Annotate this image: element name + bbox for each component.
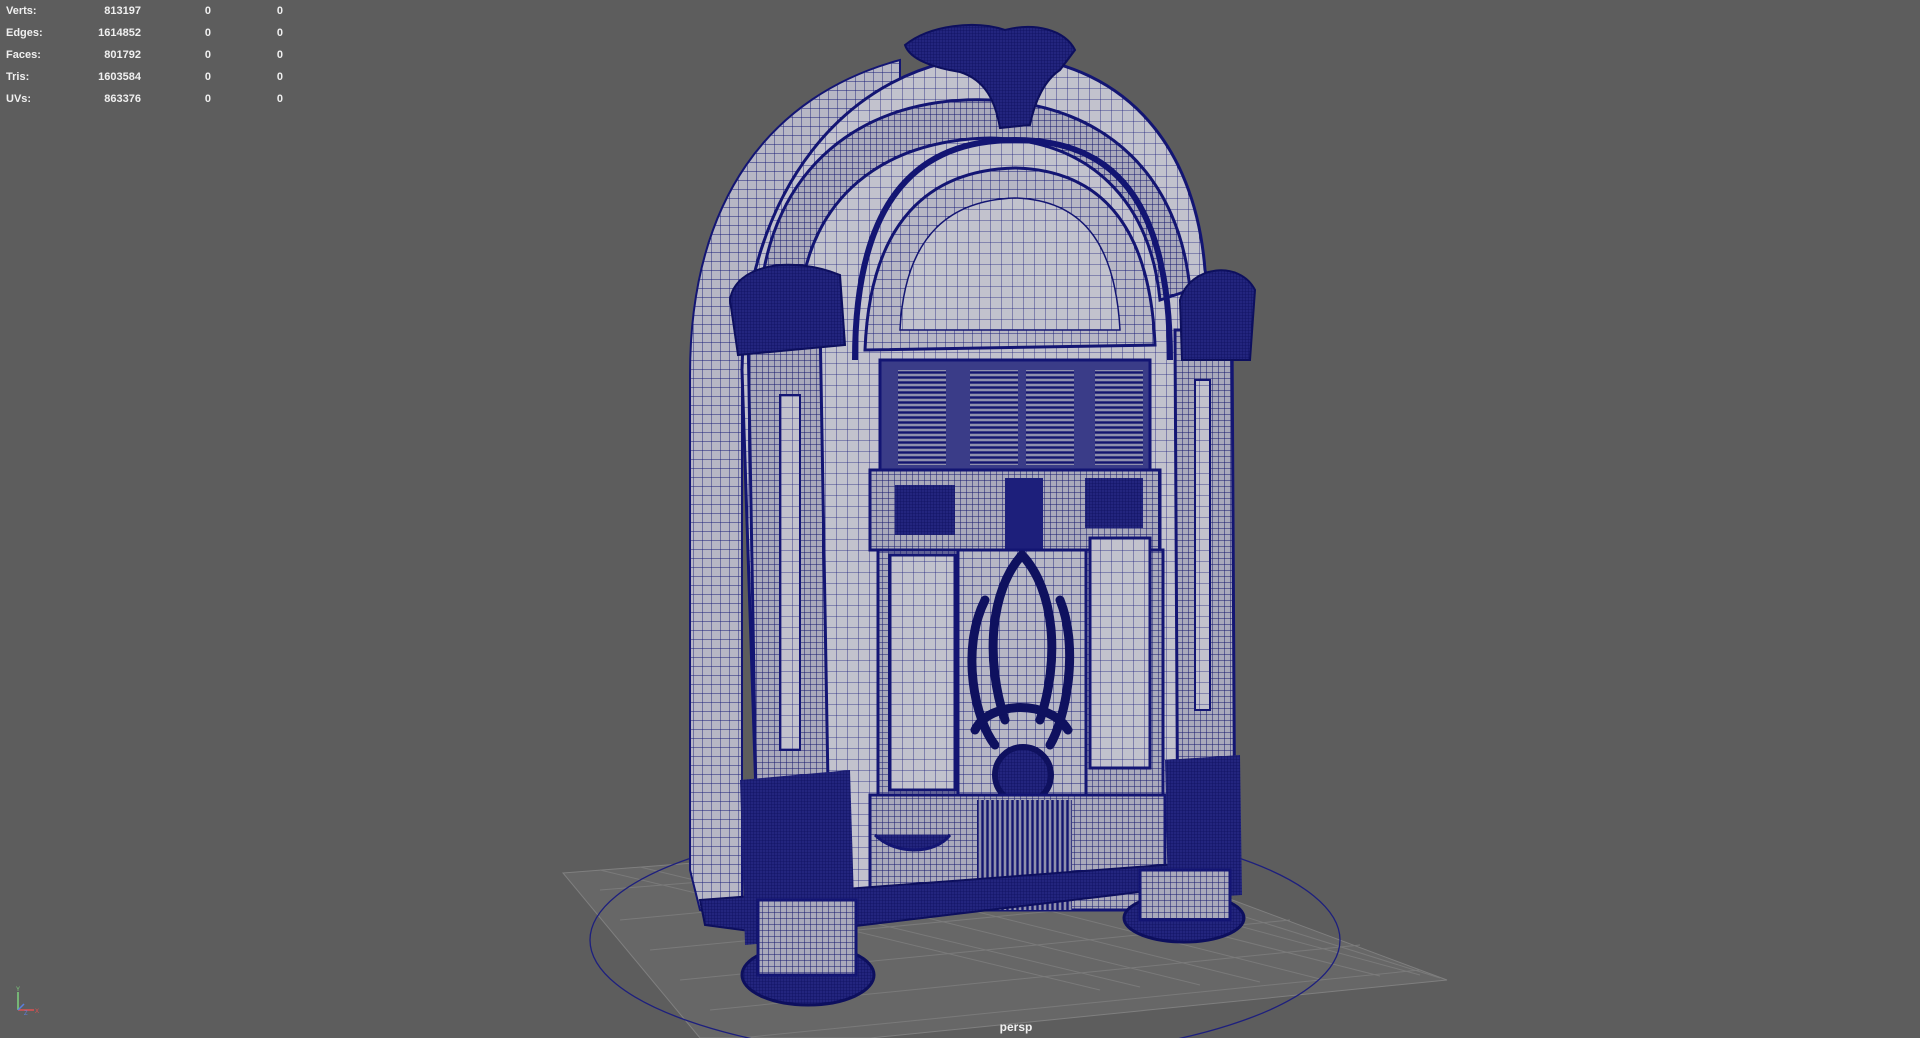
hud-label: Faces: — [6, 49, 41, 61]
axis-gizmo-icon: Y X Z — [16, 987, 39, 1016]
hud-value: 0 — [276, 5, 283, 17]
hud-value: 1614852 — [98, 27, 141, 39]
hud-row-edges: Edges: 1614852 0 0 — [6, 22, 296, 44]
hud-value: 0 — [204, 71, 211, 83]
poly-count-hud: Verts: 813197 0 0 Edges: 1614852 0 0 Fac… — [6, 0, 296, 110]
3d-viewport[interactable]: Verts: 813197 0 0 Edges: 1614852 0 0 Fac… — [0, 0, 1920, 1038]
hud-row-tris: Tris: 1603584 0 0 — [6, 66, 296, 88]
jukebox-mesh[interactable] — [689, 24, 1257, 1007]
hud-value: 0 — [204, 49, 211, 61]
hud-value: 0 — [204, 5, 211, 17]
hud-value: 813197 — [104, 5, 141, 17]
hud-value: 0 — [276, 49, 283, 61]
axis-z-label: Z — [24, 1011, 28, 1016]
hud-value: 0 — [276, 71, 283, 83]
axis-x-label: X — [35, 1009, 39, 1015]
hud-label: Edges: — [6, 27, 43, 39]
hud-value: 0 — [276, 93, 283, 105]
hud-row-faces: Faces: 801792 0 0 — [6, 44, 296, 66]
hud-label: Verts: — [6, 5, 37, 17]
hud-value: 863376 — [104, 93, 141, 105]
hud-value: 0 — [204, 93, 211, 105]
camera-name-label: persp — [999, 1020, 1033, 1034]
hud-label: UVs: — [6, 93, 32, 105]
scene-canvas[interactable] — [0, 0, 1920, 1038]
hud-value: 1603584 — [98, 71, 141, 83]
hud-row-verts: Verts: 813197 0 0 — [6, 0, 296, 22]
hud-row-uvs: UVs: 863376 0 0 — [6, 88, 296, 110]
axis-y-label: Y — [16, 987, 20, 993]
hud-value: 0 — [204, 27, 211, 39]
hud-label: Tris: — [6, 71, 30, 83]
hud-value: 801792 — [104, 49, 141, 61]
hud-value: 0 — [276, 27, 283, 39]
